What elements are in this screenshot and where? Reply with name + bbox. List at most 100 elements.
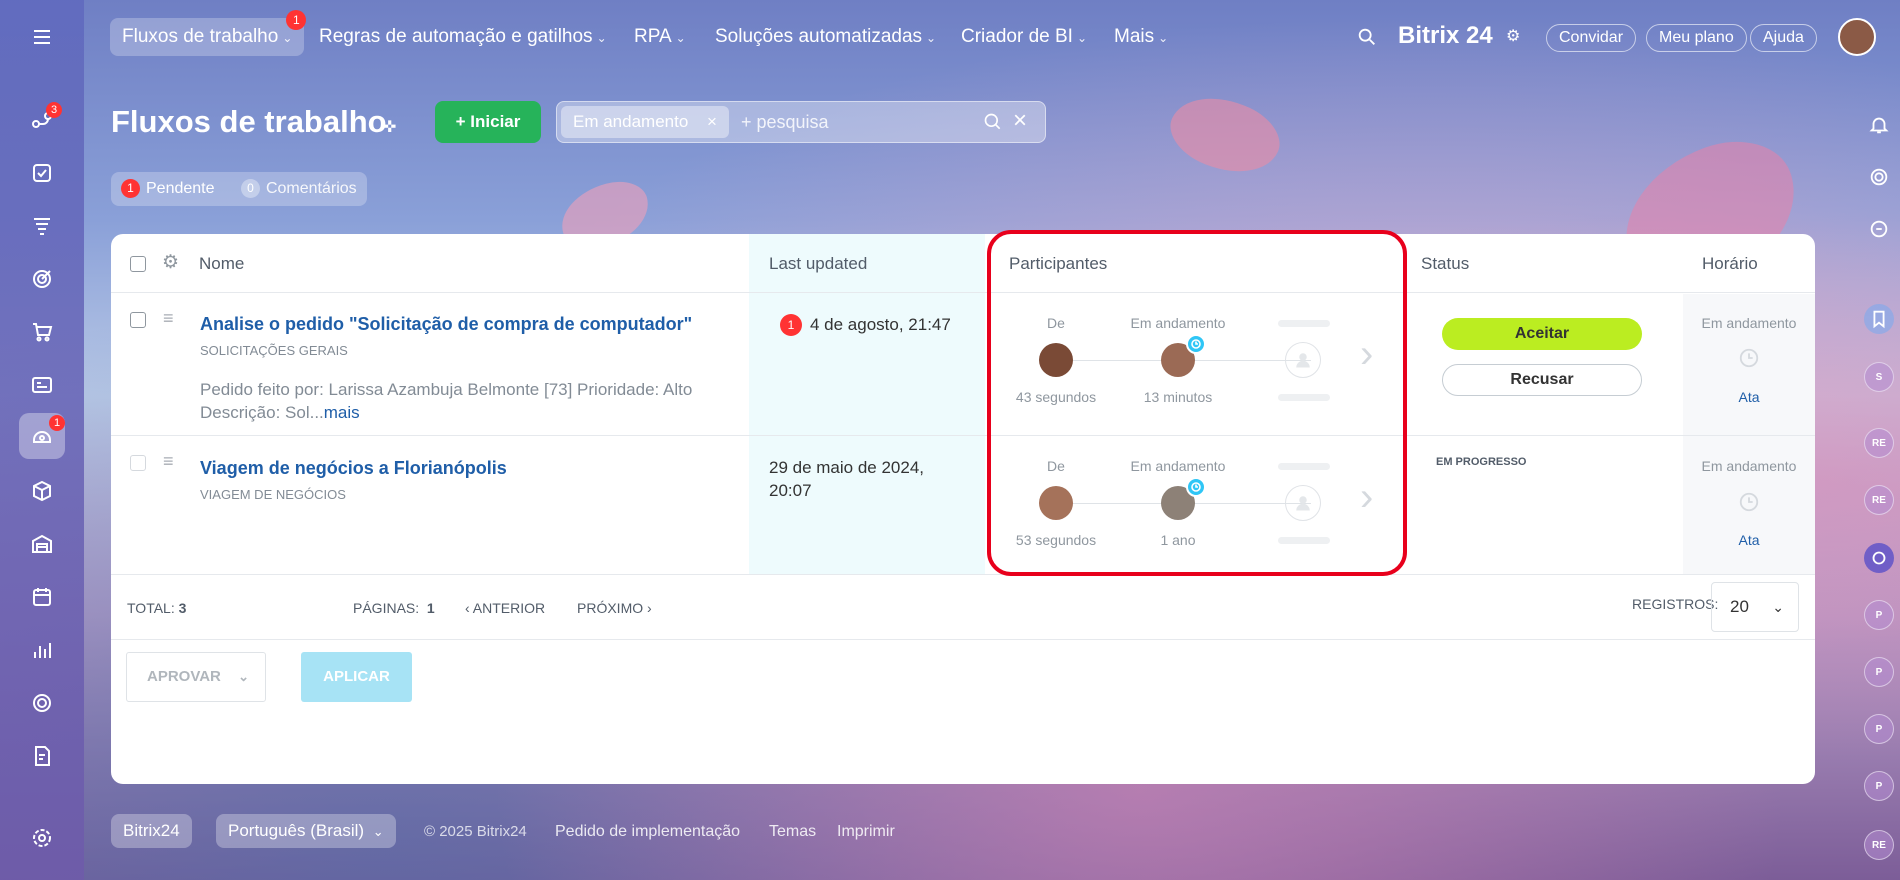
chat-search-icon[interactable]	[1864, 214, 1894, 244]
updated-text: 4 de agosto, 21:47	[810, 315, 951, 334]
start-button[interactable]: + Iniciar	[435, 101, 541, 143]
comments-label: Comentários	[265, 180, 357, 197]
lifebuoy-icon[interactable]	[22, 683, 62, 723]
funnel-icon[interactable]	[22, 206, 62, 246]
avatar[interactable]	[1039, 486, 1073, 520]
placeholder-bar	[1278, 394, 1330, 401]
prev-page-link[interactable]: ‹ ANTERIOR	[465, 600, 545, 616]
themes-link[interactable]: Temas	[769, 823, 816, 841]
print-link[interactable]: Imprimir	[837, 823, 895, 841]
col-header-updated[interactable]: Last updated	[769, 254, 867, 274]
row-description-text: Pedido feito por: Larissa Azambuja Belmo…	[200, 380, 693, 422]
progress-time: 13 minutos	[1143, 389, 1213, 405]
col-header-status[interactable]: Status	[1421, 254, 1469, 274]
nav-rpa[interactable]: RPA ⌄	[622, 18, 698, 56]
settings-icon[interactable]	[22, 818, 62, 858]
target-icon[interactable]	[22, 259, 62, 299]
next-page-link[interactable]: PRÓXIMO ›	[577, 600, 652, 616]
counters-bar: 1 Pendente 0 Comentários	[111, 172, 367, 206]
records-label: REGISTROS:	[1632, 596, 1719, 612]
decline-button[interactable]: Recusar	[1442, 364, 1642, 396]
time-status: Em andamento	[1701, 315, 1797, 331]
select-all-checkbox[interactable]	[130, 256, 146, 272]
footer-brand-button[interactable]: Bitrix24	[111, 814, 192, 848]
clear-icon[interactable]: ×	[1013, 107, 1027, 135]
drag-handle-icon[interactable]: ≡	[163, 308, 174, 329]
apply-button[interactable]: APLICAR	[301, 652, 412, 702]
cart-icon[interactable]	[22, 312, 62, 352]
warehouse-icon[interactable]	[22, 524, 62, 564]
clock-icon	[1738, 347, 1760, 374]
contact-card-icon[interactable]	[22, 365, 62, 405]
my-plan-button[interactable]: Meu plano	[1646, 24, 1747, 52]
avatar[interactable]	[1039, 343, 1073, 377]
chevron-right-icon: ›	[643, 600, 652, 616]
user-avatar[interactable]: P	[1864, 600, 1894, 630]
brand-logo: Bitrix 24	[1398, 22, 1493, 49]
search-icon[interactable]	[1356, 26, 1378, 53]
accept-button[interactable]: Aceitar	[1442, 318, 1642, 350]
close-icon[interactable]: ×	[707, 112, 717, 131]
bookmark-icon[interactable]	[1864, 304, 1894, 334]
col-header-time[interactable]: Horário	[1702, 254, 1758, 274]
col-header-participants[interactable]: Participantes	[1009, 254, 1107, 274]
row-title[interactable]: Viagem de negócios a Florianópolis	[200, 458, 507, 479]
nav-automation-rules[interactable]: Regras de automação e gatilhos ⌄	[307, 18, 619, 56]
calendar-icon[interactable]	[22, 577, 62, 617]
flows-icon[interactable]: 3	[22, 100, 62, 140]
minutes-link[interactable]: Ata	[1699, 389, 1799, 405]
row-checkbox[interactable]	[130, 455, 146, 471]
nav-label: Regras de automação e gatilhos	[319, 26, 593, 47]
approve-select[interactable]: APROVAR ⌄	[126, 652, 266, 702]
box-icon[interactable]	[22, 471, 62, 511]
drag-handle-icon[interactable]: ≡	[163, 451, 174, 472]
pending-counter[interactable]: 1 Pendente	[121, 179, 219, 198]
more-link[interactable]: mais	[324, 403, 360, 422]
pin-icon[interactable]: ✜	[383, 117, 396, 137]
automation-icon[interactable]: 1	[19, 413, 65, 459]
nav-bi[interactable]: Criador de BI ⌄	[949, 18, 1099, 56]
divider	[111, 435, 1815, 436]
row-checkbox[interactable]	[130, 312, 146, 328]
user-avatar[interactable]: S	[1864, 362, 1894, 392]
filter-chip[interactable]: Em andamento ×	[561, 106, 729, 138]
invite-button[interactable]: Convidar	[1546, 24, 1637, 52]
implementation-link[interactable]: Pedido de implementação	[555, 823, 740, 841]
user-avatar[interactable]: RE	[1864, 485, 1894, 515]
edit-doc-icon[interactable]	[22, 736, 62, 776]
chevron-right-icon[interactable]: ›	[1360, 475, 1373, 520]
user-avatar[interactable]: RE	[1864, 830, 1894, 860]
menu-icon[interactable]	[22, 17, 62, 57]
chart-icon[interactable]	[22, 630, 62, 670]
help-button[interactable]: Ajuda	[1750, 24, 1817, 52]
total-count: TOTAL: 3	[127, 600, 186, 616]
row-title[interactable]: Analise o pedido "Solicitação de compra …	[200, 314, 692, 335]
records-select[interactable]: 20 ⌄	[1711, 582, 1799, 632]
comments-counter[interactable]: 0 Comentários	[240, 179, 357, 198]
nav-solutions[interactable]: Soluções automatizadas ⌄	[703, 18, 948, 56]
group-chat-icon[interactable]	[1864, 543, 1894, 573]
search-filter[interactable]: Em andamento × + pesquisa ×	[556, 101, 1046, 143]
search-input[interactable]: + pesquisa	[741, 112, 829, 133]
next-label: PRÓXIMO	[577, 600, 644, 616]
minutes-link[interactable]: Ata	[1699, 532, 1799, 548]
user-avatar[interactable]: RE	[1864, 428, 1894, 458]
tasks-icon[interactable]	[22, 153, 62, 193]
settings-sliders-icon[interactable]: ⚙	[1506, 26, 1520, 46]
clock-icon	[1738, 491, 1760, 518]
nav-more[interactable]: Mais ⌄	[1102, 18, 1180, 56]
row-description: Pedido feito por: Larissa Azambuja Belmo…	[200, 378, 720, 424]
search-icon[interactable]	[983, 112, 1003, 137]
user-avatar[interactable]: P	[1864, 657, 1894, 687]
gear-icon[interactable]: ⚙	[162, 251, 179, 274]
user-avatar[interactable]: P	[1864, 714, 1894, 744]
copyright: © 2025 Bitrix24	[424, 823, 527, 840]
avatar[interactable]	[1838, 18, 1876, 56]
copilot-icon[interactable]	[1864, 162, 1894, 192]
col-header-name[interactable]: Nome	[199, 254, 244, 274]
bell-icon[interactable]	[1864, 110, 1894, 140]
chevron-right-icon[interactable]: ›	[1360, 332, 1373, 377]
user-avatar[interactable]: P	[1864, 771, 1894, 801]
nav-workflows[interactable]: Fluxos de trabalho ⌄ 1	[110, 10, 307, 56]
language-select[interactable]: Português (Brasil) ⌄	[216, 814, 396, 848]
